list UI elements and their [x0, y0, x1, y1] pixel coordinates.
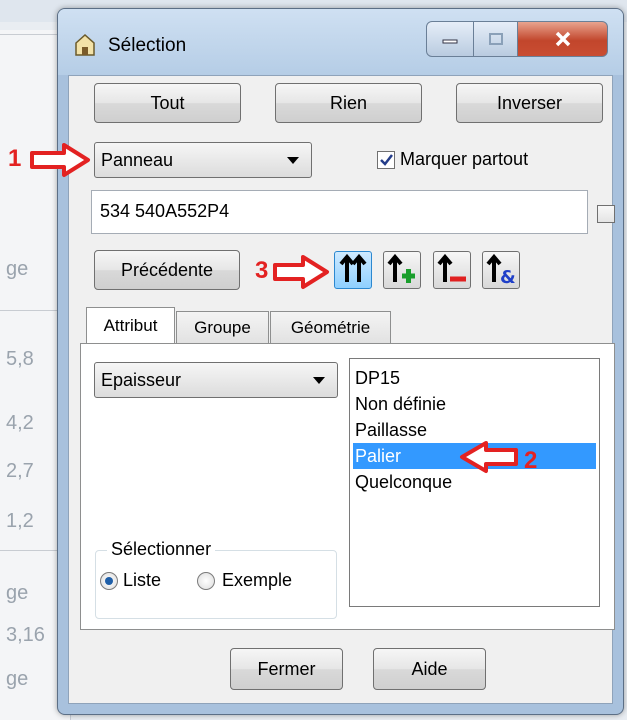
element-name-input[interactable]: 534 540A552P4: [91, 190, 588, 234]
radio-liste-label: Liste: [123, 570, 162, 590]
list-item[interactable]: Non définie: [353, 391, 596, 417]
chevron-down-icon: [287, 157, 299, 164]
close-button[interactable]: Fermer: [230, 648, 343, 690]
window-controls: [426, 21, 608, 57]
background-text: 4,2: [6, 412, 34, 434]
minimize-icon: [442, 39, 458, 44]
annotation-arrow-right-icon: [30, 143, 90, 177]
select-all-button[interactable]: Tout: [94, 83, 241, 123]
tab-geometrie[interactable]: Géométrie: [270, 311, 391, 343]
svg-text:&: &: [500, 267, 516, 288]
value-listbox[interactable]: DP15 Non définie Paillasse Palier Quelco…: [349, 358, 600, 607]
select-none-button[interactable]: Rien: [275, 83, 422, 123]
background-text: ge: [6, 258, 29, 280]
annotation-arrow-left-icon: [460, 441, 518, 473]
list-item[interactable]: DP15: [353, 365, 596, 391]
radio-exemple-label: Exemple: [222, 570, 293, 590]
background-text: 1,2: [6, 510, 34, 532]
select-matching-button[interactable]: [334, 251, 372, 289]
minimize-button[interactable]: [426, 21, 474, 57]
mark-everywhere-checkbox[interactable]: [377, 151, 395, 169]
type-combobox-value: Panneau: [101, 149, 174, 170]
background-text: 2,7: [6, 460, 34, 482]
help-button[interactable]: Aide: [373, 648, 486, 690]
radio-liste[interactable]: [100, 572, 118, 590]
tab-attribut[interactable]: Attribut: [86, 307, 175, 343]
background-divider: [0, 310, 58, 311]
up-arrow-minus-icon: [437, 253, 466, 282]
double-up-arrow-icon: [339, 253, 367, 282]
remove-from-selection-button[interactable]: [433, 251, 471, 289]
radio-exemple[interactable]: [197, 572, 215, 590]
type-combobox[interactable]: Panneau: [94, 142, 312, 178]
attribute-combobox[interactable]: Epaisseur: [94, 362, 338, 398]
select-mode-legend: Sélectionner: [107, 539, 216, 560]
up-arrow-plus-icon: [387, 253, 415, 283]
background-text: 3,16: [6, 624, 45, 646]
tab-groupe[interactable]: Groupe: [176, 311, 269, 343]
app-house-icon: [75, 33, 95, 56]
background-text: 5,8: [6, 348, 34, 370]
intersect-selection-button[interactable]: &: [482, 251, 520, 289]
window-title: Sélection: [108, 35, 187, 56]
annotation-arrow-right-icon: [273, 255, 329, 289]
background-text: ge: [6, 582, 29, 604]
add-to-selection-button[interactable]: [383, 251, 421, 289]
annotation-number-3: 3: [255, 257, 269, 284]
chevron-down-icon: [313, 377, 325, 384]
annotation-number-1: 1: [8, 145, 22, 172]
title-bar[interactable]: Sélection: [58, 9, 623, 75]
close-icon: [555, 31, 570, 47]
invert-selection-button[interactable]: Inverser: [456, 83, 603, 123]
background-divider: [0, 550, 58, 551]
maximize-icon: [488, 33, 503, 45]
name-input-checkbox[interactable]: [597, 205, 615, 223]
background-divider: [0, 34, 58, 35]
up-arrow-ampersand-icon: &: [486, 253, 516, 288]
maximize-button[interactable]: [474, 21, 518, 57]
background-text: ge: [6, 668, 29, 690]
close-window-button[interactable]: [518, 21, 608, 57]
mark-everywhere-label: Marquer partout: [400, 149, 529, 169]
previous-button[interactable]: Précédente: [94, 250, 240, 290]
attribute-combobox-value: Epaisseur: [101, 369, 182, 390]
annotation-number-2: 2: [524, 447, 538, 474]
checkmark-icon: [380, 154, 393, 166]
